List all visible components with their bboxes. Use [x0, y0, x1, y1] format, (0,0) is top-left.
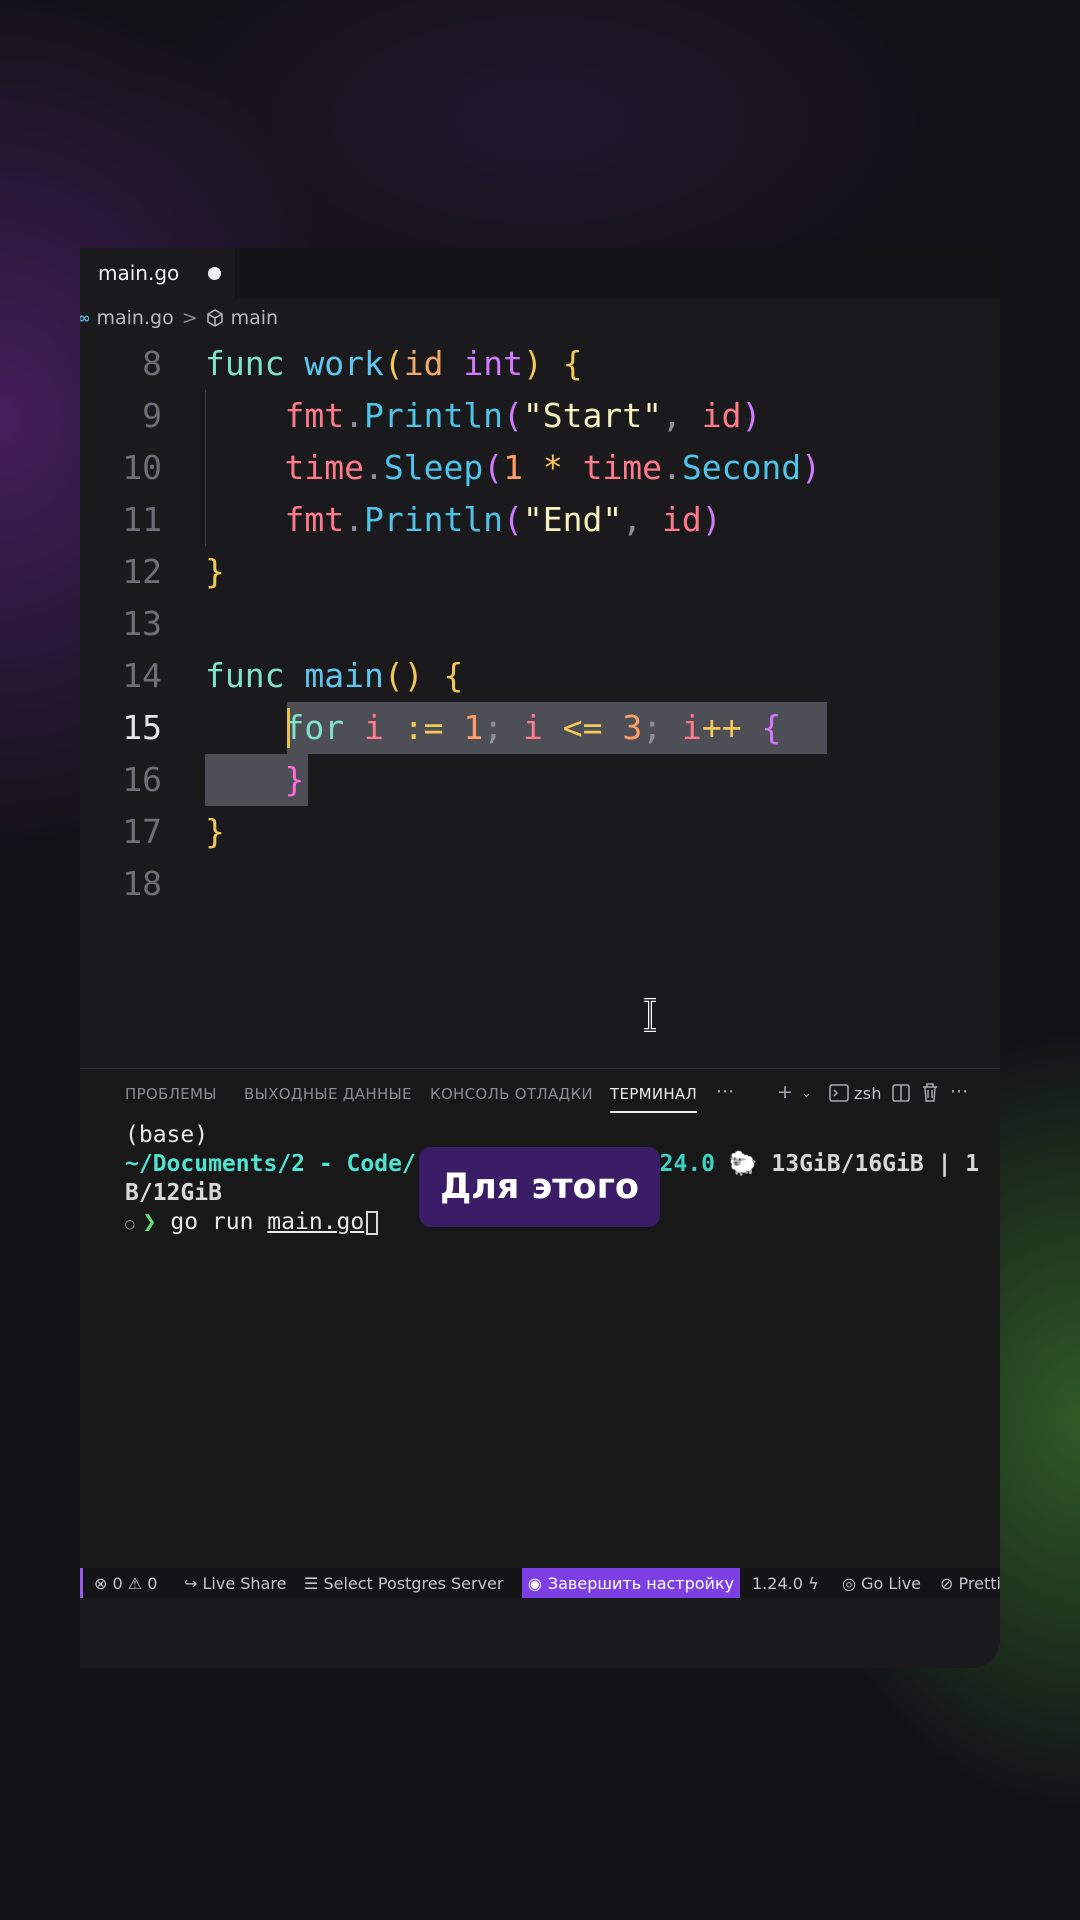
breadcrumb: ∞ main.go > main	[80, 298, 1000, 338]
terminal-line: B/12GiB	[125, 1180, 222, 1206]
code-text: func main() {	[205, 656, 464, 695]
editor-window: main.go ∞ main.go > main 8 func work(id …	[80, 248, 1000, 1668]
line-number: 8	[142, 344, 162, 383]
line-number: 14	[122, 656, 162, 695]
code-line: 15 for i := 1; i <= 3; i++ {	[80, 702, 1000, 754]
tab-debug-console[interactable]: КОНСОЛЬ ОТЛАДКИ	[430, 1085, 593, 1103]
status-bar: ⊗ 0 ⚠ 0 ↪ Live Share ☰ Select Postgres S…	[80, 1568, 1000, 1598]
line-number: 16	[122, 760, 162, 799]
code-text: fmt.Println("Start", id)	[284, 396, 762, 435]
terminal-command-file: main.go	[267, 1209, 365, 1235]
more-icon[interactable]: ···	[716, 1081, 734, 1103]
broadcast-icon: ◎	[842, 1574, 856, 1593]
code-text: time.Sleep(1 * time.Second)	[284, 448, 822, 487]
code-text: for i := 1; i <= 3; i++ {	[284, 708, 782, 747]
code-line: 10 time.Sleep(1 * time.Second)	[80, 442, 1000, 494]
tab-label: main.go	[98, 261, 180, 285]
code-line: 9 fmt.Println("Start", id)	[80, 390, 1000, 442]
line-number: 10	[122, 448, 162, 487]
breadcrumb-symbol[interactable]: main	[231, 307, 278, 329]
remote-indicator[interactable]	[80, 1568, 83, 1598]
postgres-button[interactable]: ☰ Select Postgres Server	[304, 1574, 503, 1593]
terminal-icon	[829, 1084, 849, 1102]
warning-icon: ⚠	[127, 1574, 143, 1593]
terminal-command: go run	[170, 1209, 268, 1235]
code-text: fmt.Println("End", id)	[284, 500, 722, 539]
problems-status[interactable]: ⊗ 0 ⚠ 0	[94, 1574, 157, 1593]
lightning-icon: ϟ	[807, 1574, 819, 1593]
tab-problems[interactable]: ПРОБЛЕМЫ	[125, 1085, 217, 1103]
live-share-icon: ↪	[184, 1574, 198, 1593]
code-line: 8 func work(id int) {	[80, 338, 1000, 390]
text-cursor-icon	[644, 998, 656, 1032]
tab-output[interactable]: ВЫХОДНЫЕ ДАННЫЕ	[244, 1085, 412, 1103]
add-terminal-icon[interactable]: +	[777, 1081, 793, 1103]
code-line: 14 func main() {	[80, 650, 1000, 702]
terminal-cursor	[366, 1210, 379, 1235]
tab-main-go[interactable]: main.go	[80, 248, 235, 298]
database-icon: ☰	[304, 1574, 319, 1593]
finish-setup-button[interactable]: ◉ Завершить настройку	[522, 1568, 740, 1598]
terminal-path: ~/Documents/2 - Code/	[125, 1151, 416, 1177]
prettier-status[interactable]: ⊘ Pretti	[940, 1574, 1000, 1593]
sheep-icon: 🐑	[728, 1151, 758, 1177]
prompt-symbol: ❯	[142, 1209, 157, 1235]
go-file-icon: ∞	[80, 309, 91, 327]
line-number: 18	[122, 864, 162, 903]
code-line: 11 fmt.Println("End", id)	[80, 494, 1000, 546]
tab-terminal[interactable]: ТЕРМИНАЛ	[610, 1085, 698, 1113]
code-text: }	[205, 552, 225, 591]
live-share-button[interactable]: ↪ Live Share	[184, 1574, 286, 1593]
shell-name: zsh	[854, 1084, 882, 1103]
code-text: func work(id int) {	[205, 344, 583, 383]
symbol-cube-icon	[206, 309, 223, 327]
split-icon[interactable]	[892, 1084, 910, 1102]
terminal-memory: 13GiB/16GiB | 1	[771, 1151, 980, 1177]
line-number: 9	[142, 396, 162, 435]
more-actions-icon[interactable]: ···	[950, 1081, 968, 1103]
breadcrumb-separator: >	[181, 307, 198, 329]
tab-bar: main.go	[80, 248, 1000, 298]
line-number: 17	[122, 812, 162, 851]
indent-guide	[205, 390, 206, 546]
circle-icon: ○	[125, 1214, 135, 1233]
line-number: 13	[122, 604, 162, 643]
prettier-icon: ⊘	[940, 1574, 954, 1593]
trash-icon[interactable]	[922, 1083, 938, 1102]
code-line: 16 }	[80, 754, 1000, 806]
code-line: 13	[80, 598, 1000, 650]
line-number: 12	[122, 552, 162, 591]
unsaved-dot-icon[interactable]	[208, 267, 221, 280]
video-caption: Для этого	[419, 1147, 660, 1227]
code-editor[interactable]: 8 func work(id int) { 9 fmt.Println("Sta…	[80, 338, 1000, 1068]
code-line: 12 }	[80, 546, 1000, 598]
copilot-icon: ◉	[527, 1573, 542, 1593]
line-number: 15	[122, 708, 162, 747]
go-version-status[interactable]: 1.24.0 ϟ	[752, 1574, 819, 1593]
line-number: 11	[122, 500, 162, 539]
chevron-down-icon[interactable]: ⌄	[801, 1086, 812, 1101]
code-line: 18	[80, 858, 1000, 910]
breadcrumb-file[interactable]: main.go	[97, 307, 174, 329]
code-text: }	[205, 812, 225, 851]
terminal-line: (base)	[125, 1122, 209, 1148]
code-line: 17 }	[80, 806, 1000, 858]
go-live-button[interactable]: ◎ Go Live	[842, 1574, 921, 1593]
panel-tabs: ПРОБЛЕМЫ ВЫХОДНЫЕ ДАННЫЕ КОНСОЛЬ ОТЛАДКИ…	[80, 1069, 1000, 1113]
text-caret	[287, 708, 290, 748]
error-icon: ⊗	[94, 1574, 108, 1593]
code-text: }	[284, 760, 305, 799]
